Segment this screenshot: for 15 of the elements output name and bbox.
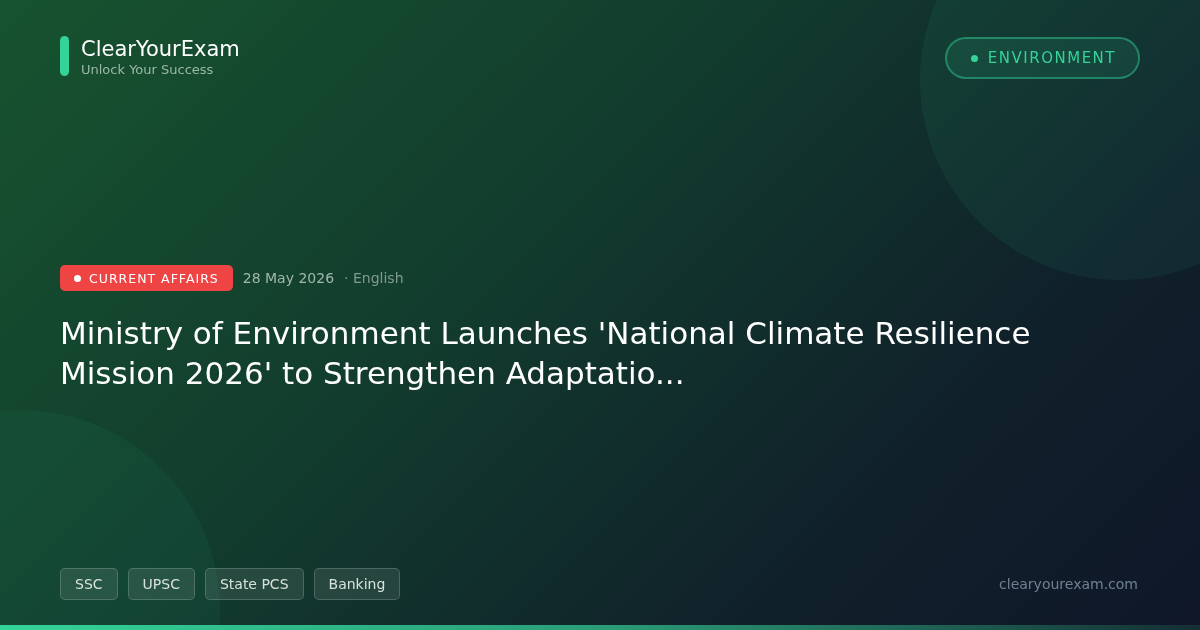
site-name: ClearYourExam xyxy=(81,36,240,62)
site-tagline: Unlock Your Success xyxy=(81,62,215,78)
exam-tag: Banking xyxy=(313,568,401,600)
logo-bar-icon xyxy=(60,36,69,76)
headline: Ministry of Environment Launches 'National Climate Resilience Mission 2026' to Strengthen Adaptatio... xyxy=(60,314,1032,393)
exam-tag: State PCS xyxy=(204,568,304,600)
site-url: clearyourexam.com xyxy=(999,576,1138,592)
dot-icon xyxy=(970,54,978,62)
exam-tag: SSC xyxy=(60,568,118,600)
language-label: · English xyxy=(344,270,404,286)
exam-tag: UPSC xyxy=(127,568,195,600)
dot-icon xyxy=(74,274,81,282)
category-label: CURRENT AFFAIRS xyxy=(89,270,219,286)
topic-label: ENVIRONMENT xyxy=(987,49,1116,67)
publish-date: 28 May 2026 xyxy=(242,270,335,286)
